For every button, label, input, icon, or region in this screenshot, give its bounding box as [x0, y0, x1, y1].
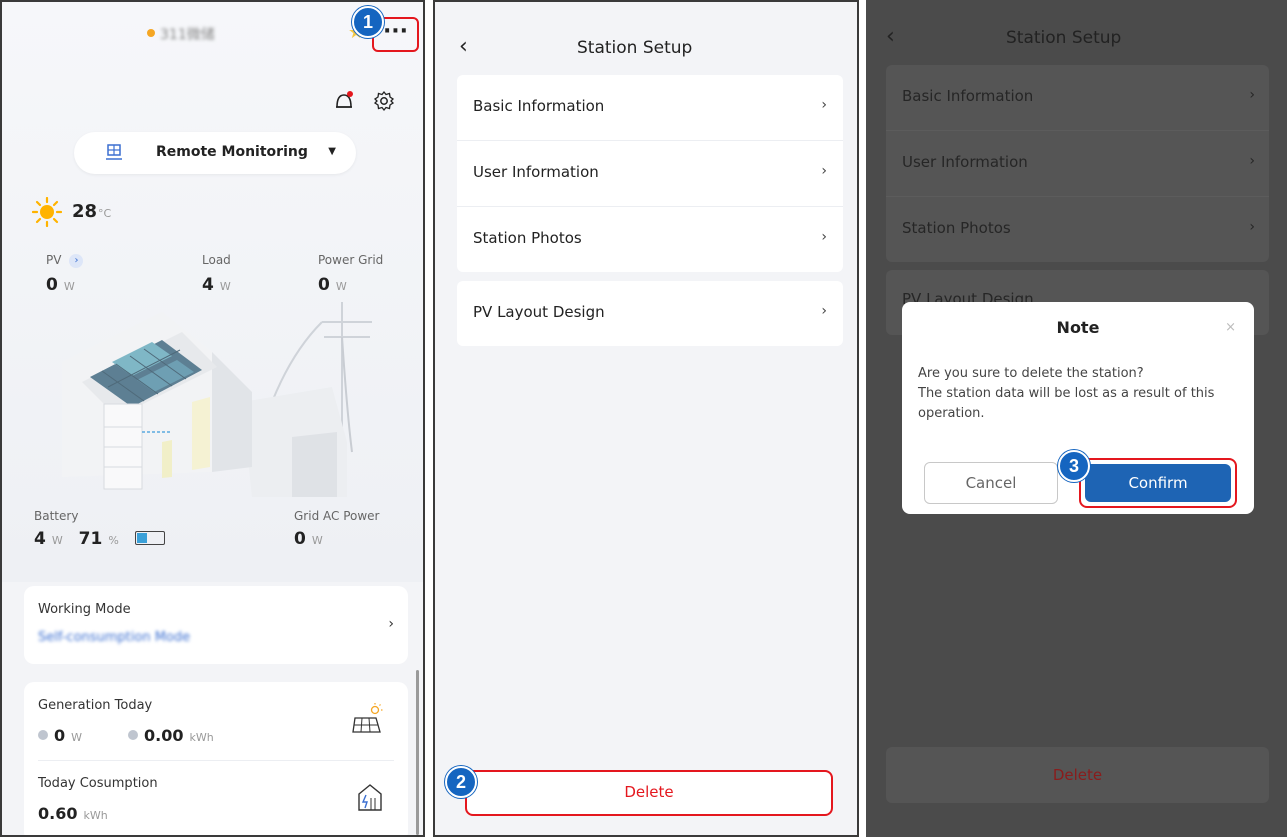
working-mode-title: Working Mode	[38, 602, 131, 617]
menu-item-basic-information[interactable]: Basic Information ›	[457, 75, 843, 141]
dialog-title: Note	[1056, 318, 1100, 337]
mode-label: Remote Monitoring	[156, 144, 308, 160]
back-arrow-icon[interactable]: ‹	[886, 24, 895, 49]
step-badge-1: 1	[352, 6, 384, 38]
settings-group: Basic Information › User Information › S…	[457, 75, 843, 272]
chevron-right-icon: ›	[388, 616, 394, 632]
generation-title: Generation Today	[38, 698, 153, 713]
temperature-unit: °C	[98, 207, 112, 220]
settings-group-dimmed: Basic Information › User Information › S…	[886, 65, 1269, 262]
delete-station-button-dimmed: Delete	[886, 747, 1269, 803]
menu-item-station-photos: Station Photos ›	[902, 219, 1255, 237]
status-dot	[147, 29, 155, 37]
menu-item-user-information: User Information ›	[886, 131, 1269, 197]
chevron-right-icon: ›	[821, 229, 827, 245]
sun-weather-icon	[32, 197, 62, 227]
menu-item-basic-information: Basic Information ›	[886, 65, 1269, 131]
confirm-highlight: Confirm	[1079, 458, 1237, 508]
consumption-value: 0.60 kWh	[38, 804, 108, 823]
grid-ac-label: Grid AC Power	[294, 509, 380, 523]
power-dot-icon	[38, 730, 48, 740]
dialog-message: Are you sure to delete the station? The …	[918, 366, 1215, 421]
chevron-right-icon: ›	[821, 163, 827, 179]
confirm-delete-dialog: Note × Are you sure to delete the statio…	[902, 302, 1254, 514]
step-badge-2: 2	[445, 766, 477, 798]
home-screen: 311微储 ★ ··· 1 Remote Monitoring ▼ 28 °C …	[0, 0, 425, 837]
settings-gear-icon[interactable]	[373, 90, 395, 112]
station-setup-screen: ‹ Station Setup Basic Information › User…	[433, 0, 859, 837]
load-label: Load	[202, 253, 231, 267]
battery-label: Battery	[34, 509, 79, 523]
back-arrow-icon[interactable]: ‹	[459, 34, 468, 59]
chevron-right-icon: ›	[821, 303, 827, 319]
step-badge-3: 3	[1058, 450, 1090, 482]
house-illustration	[62, 302, 372, 497]
energy-dot-icon	[128, 730, 138, 740]
pv-label: PV	[46, 253, 62, 267]
chevron-right-icon: ›	[821, 97, 827, 113]
menu-item-user-information[interactable]: User Information ›	[457, 141, 843, 207]
grid-ac-value: 0W	[294, 529, 323, 549]
page-title: Station Setup	[1006, 28, 1122, 48]
pv-chevron-icon[interactable]: ›	[69, 254, 84, 268]
cancel-button[interactable]: Cancel	[924, 462, 1058, 504]
energy-card: Generation Today 0W 0.00 kWh Today Cosump…	[24, 682, 408, 835]
chevron-right-icon: ›	[1249, 87, 1255, 103]
working-mode-card[interactable]: Working Mode Self-consumption Mode ›	[24, 586, 408, 664]
generation-power: 0W	[38, 726, 82, 745]
pv-metric[interactable]: PV ›	[46, 253, 84, 268]
menu-item-station-photos[interactable]: Station Photos ›	[457, 207, 843, 272]
caret-down-icon: ▼	[328, 146, 336, 157]
consumption-title: Today Cosumption	[38, 776, 158, 791]
home-consumption-icon	[358, 784, 382, 811]
delete-confirm-screen: ‹ Station Setup Basic Information › User…	[866, 0, 1287, 837]
delete-station-button[interactable]: Delete	[465, 770, 833, 816]
station-name[interactable]: 311微储	[160, 24, 215, 44]
scrollbar[interactable]	[416, 670, 419, 835]
working-mode-value: Self-consumption Mode	[38, 630, 191, 645]
station-icon	[106, 144, 122, 160]
close-icon[interactable]: ×	[1225, 320, 1236, 335]
confirm-button[interactable]: Confirm	[1085, 464, 1231, 502]
monitoring-mode-dropdown[interactable]: Remote Monitoring ▼	[74, 132, 356, 174]
chevron-right-icon: ›	[1249, 153, 1255, 169]
battery-values: 4W 71%	[34, 529, 165, 549]
generation-energy: 0.00 kWh	[128, 726, 214, 745]
chevron-right-icon: ›	[1249, 219, 1255, 235]
layout-group: PV Layout Design ›	[457, 281, 843, 346]
alarm-bell-icon[interactable]	[333, 90, 355, 112]
battery-level-icon	[134, 531, 165, 545]
solar-panel-icon	[352, 703, 383, 733]
page-title: Station Setup	[577, 38, 693, 58]
temperature-value: 28	[72, 201, 98, 222]
menu-item-pv-layout-design[interactable]: PV Layout Design ›	[457, 281, 843, 346]
power-grid-label: Power Grid	[318, 253, 384, 267]
